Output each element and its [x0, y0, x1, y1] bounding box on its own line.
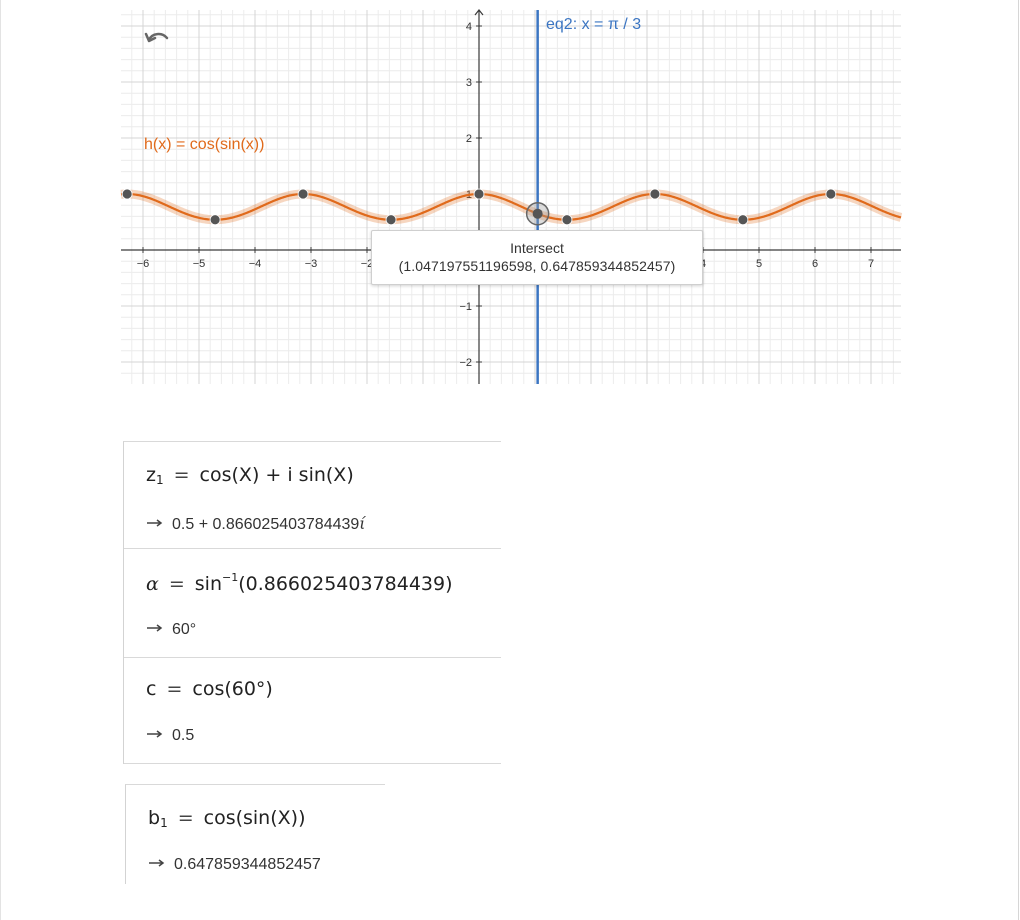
line-label[interactable]: eq2: x = π / 3: [546, 16, 641, 34]
x-tick-label: −6: [137, 258, 150, 270]
var-subscript: 1: [155, 473, 164, 487]
extremum-point[interactable]: [385, 214, 397, 226]
extremum-point[interactable]: [209, 214, 221, 226]
x-tick-label: −5: [193, 258, 206, 270]
var-name: α: [146, 573, 159, 595]
var-subscript: 1: [160, 816, 168, 830]
algebra-result: 60°: [146, 621, 196, 639]
tooltip-title: Intersect: [510, 240, 564, 256]
graphics-view[interactable]: −6−5−4−3−2−112345674321−1−2: [0, 0, 1020, 400]
algebra-definition[interactable]: z1 = cos(X) + i sin(X): [146, 464, 354, 487]
divider: [124, 763, 501, 764]
algebra-definition[interactable]: α = sin−1(0.866025403784439): [146, 571, 453, 595]
algebra-result: 0.5: [146, 727, 194, 745]
definition-args: (0.866025403784439): [238, 573, 453, 595]
algebra-item-alpha[interactable]: α = sin−1(0.866025403784439) 60°: [123, 549, 501, 658]
function-label[interactable]: h(x) = cos(sin(x)): [144, 136, 264, 154]
y-tick-label: 4: [466, 21, 472, 33]
definition-rhs: cos(X) + i sin(X): [199, 464, 354, 486]
equals-sign: =: [177, 807, 194, 829]
x-tick-label: 5: [756, 258, 762, 270]
result-arrow-icon: [147, 624, 163, 632]
algebra-item-b1[interactable]: b1 = cos(sin(X)) 0.647859344852457: [125, 784, 385, 884]
extremum-point[interactable]: [737, 214, 749, 226]
undo-icon: [144, 32, 169, 43]
algebra-result: 0.647859344852457: [148, 856, 321, 874]
imaginary-unit: ί: [359, 514, 366, 533]
equals-sign: =: [173, 464, 190, 486]
equals-sign: =: [166, 678, 183, 700]
algebra-result: 0.5 + 0.866025403784439ί: [146, 514, 366, 534]
result-value: 0.5 + 0.866025403784439: [172, 516, 360, 533]
tooltip-coords: (1.047197551196598, 0.647859344852457): [398, 258, 676, 274]
extremum-point[interactable]: [297, 188, 309, 200]
intersect-tooltip: Intersect (1.047197551196598, 0.64785934…: [371, 230, 703, 285]
var-name: b: [148, 807, 161, 829]
intersect-point-dot[interactable]: [532, 208, 543, 219]
extremum-point[interactable]: [561, 214, 573, 226]
result-arrow-icon: [147, 519, 163, 527]
extremum-point[interactable]: [825, 188, 837, 200]
x-tick-label: −3: [305, 258, 318, 270]
equals-sign: =: [168, 573, 185, 595]
undo-button[interactable]: [140, 24, 176, 52]
var-name: z: [146, 464, 156, 486]
algebra-definition[interactable]: b1 = cos(sin(X)): [148, 807, 305, 830]
minor-grid: [121, 10, 901, 384]
extremum-point[interactable]: [473, 188, 485, 200]
y-tick-label: −1: [459, 301, 472, 313]
result-value: 0.647859344852457: [174, 856, 321, 873]
algebra-item-c[interactable]: c = cos(60°) 0.5: [123, 658, 501, 764]
result-value: 0.5: [172, 727, 195, 744]
x-tick-label: −4: [249, 258, 262, 270]
extremum-point[interactable]: [649, 188, 661, 200]
intersect-point[interactable]: [525, 201, 550, 226]
extremum-point[interactable]: [121, 188, 133, 200]
x-tick-label: 6: [812, 258, 818, 270]
y-tick-label: 3: [466, 77, 472, 89]
result-arrow-icon: [149, 859, 165, 867]
var-name: c: [146, 678, 157, 700]
algebra-item-z1[interactable]: z1 = cos(X) + i sin(X) 0.5 + 0.86602540378…: [123, 441, 501, 549]
y-tick-label: −2: [459, 357, 472, 369]
result-value: 60°: [172, 621, 197, 638]
algebra-definition[interactable]: c = cos(60°): [146, 678, 273, 700]
y-tick-label: 2: [466, 133, 472, 145]
result-arrow-icon: [147, 730, 163, 738]
x-tick-label: 7: [868, 258, 874, 270]
definition-rhs: cos(60°): [192, 678, 273, 700]
definition-func: sin: [194, 573, 222, 595]
definition-rhs: cos(sin(X)): [203, 807, 306, 829]
inverse-exponent: −1: [222, 571, 239, 584]
